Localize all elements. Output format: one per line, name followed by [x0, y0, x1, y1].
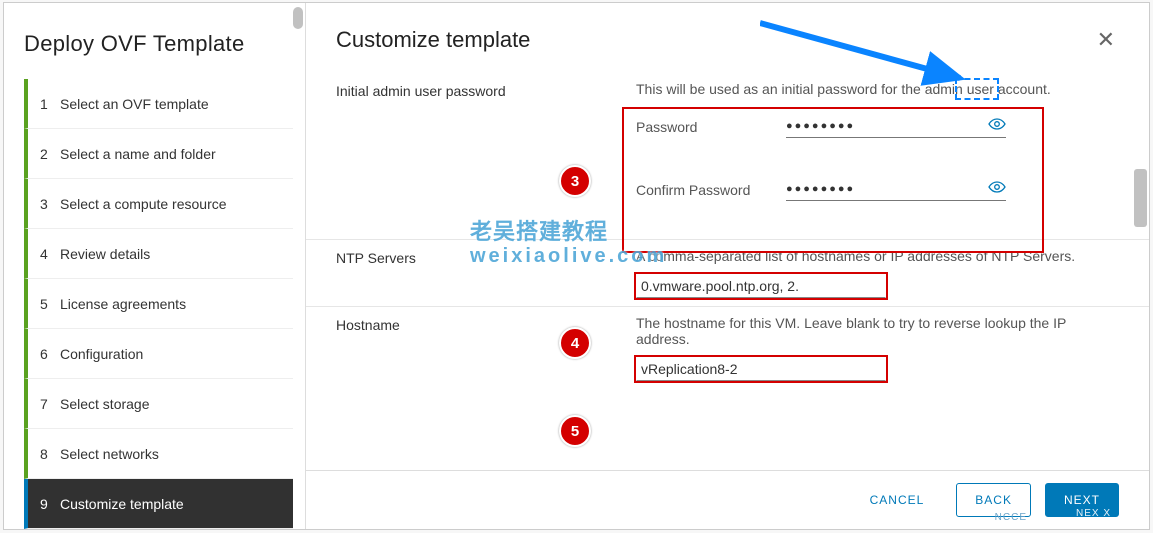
password-label: Password	[636, 119, 786, 135]
content-pane: Customize template ✕ Initial admin user …	[306, 3, 1149, 529]
content-title: Customize template	[336, 27, 530, 53]
password-value: ●●●●●●●●	[786, 120, 988, 132]
confirm-password-line: Confirm Password ●●●●●●●●	[636, 178, 1119, 201]
label-ntp: NTP Servers	[336, 248, 636, 266]
confirm-password-label: Confirm Password	[636, 182, 786, 198]
label-initial-password: Initial admin user password	[336, 81, 636, 99]
step-label: Select networks	[60, 446, 159, 462]
row-ntp: NTP Servers A comma-separated list of ho…	[306, 239, 1149, 306]
step-label: Select storage	[60, 396, 150, 412]
step-1[interactable]: 1 Select an OVF template	[24, 79, 293, 129]
step-label: Configuration	[60, 346, 143, 362]
back-button[interactable]: BACK	[956, 483, 1031, 517]
step-label: Select a compute resource	[60, 196, 227, 212]
ovf-dialog: Deploy OVF Template 1 Select an OVF temp…	[3, 2, 1150, 530]
content-ntp: A comma-separated list of hostnames or I…	[636, 248, 1119, 298]
cancel-button[interactable]: CANCEL	[852, 483, 943, 517]
step-4[interactable]: 4 Review details	[24, 229, 293, 279]
step-6[interactable]: 6 Configuration	[24, 329, 293, 379]
step-label: Customize template	[60, 496, 184, 512]
step-3[interactable]: 3 Select a compute resource	[24, 179, 293, 229]
step-2[interactable]: 2 Select a name and folder	[24, 129, 293, 179]
dialog-title: Deploy OVF Template	[24, 31, 293, 57]
content-initial-password: This will be used as an initial password…	[636, 81, 1119, 219]
close-icon[interactable]: ✕	[1093, 27, 1119, 53]
content-body: Initial admin user password This will be…	[306, 53, 1149, 470]
password-line: Password ●●●●●●●●	[636, 115, 1119, 138]
desc-initial-password: This will be used as an initial password…	[636, 81, 1119, 97]
step-label: Review details	[60, 246, 150, 262]
step-5[interactable]: 5 License agreements	[24, 279, 293, 329]
content-scrollbar-thumb[interactable]	[1134, 169, 1147, 227]
step-8[interactable]: 8 Select networks	[24, 429, 293, 479]
dialog-footer: CANCEL BACK NEXT NCCE NEX X vXT IEX	[306, 470, 1149, 529]
row-hostname: Hostname The hostname for this VM. Leave…	[306, 306, 1149, 389]
eye-icon[interactable]	[988, 117, 1006, 135]
wizard-sidebar: Deploy OVF Template 1 Select an OVF temp…	[4, 3, 306, 529]
wizard-steps: 1 Select an OVF template 2 Select a name…	[24, 79, 293, 529]
password-input-wrap[interactable]: ●●●●●●●●	[786, 115, 1006, 138]
callout-badge-4: 4	[559, 327, 591, 359]
content-header: Customize template ✕	[306, 3, 1149, 53]
next-button[interactable]: NEXT	[1045, 483, 1119, 517]
sidebar-scrollbar[interactable]	[293, 7, 303, 29]
content-hostname: The hostname for this VM. Leave blank to…	[636, 315, 1119, 381]
step-7[interactable]: 7 Select storage	[24, 379, 293, 429]
step-label: License agreements	[60, 296, 186, 312]
eye-icon[interactable]	[988, 180, 1006, 198]
step-9[interactable]: 9 Customize template	[24, 479, 293, 529]
ghost-text: vXT IEX	[1072, 520, 1116, 531]
label-hostname: Hostname	[336, 315, 636, 333]
callout-badge-3: 3	[559, 165, 591, 197]
desc-hostname: The hostname for this VM. Leave blank to…	[636, 315, 1119, 347]
row-initial-password: Initial admin user password This will be…	[306, 73, 1149, 239]
hostname-input[interactable]	[636, 357, 886, 381]
step-label: Select an OVF template	[60, 96, 209, 112]
content-scrollbar-track[interactable]	[1130, 69, 1149, 469]
confirm-password-value: ●●●●●●●●	[786, 183, 988, 195]
confirm-password-input-wrap[interactable]: ●●●●●●●●	[786, 178, 1006, 201]
ntp-input[interactable]	[636, 274, 886, 298]
callout-badge-5: 5	[559, 415, 591, 447]
desc-ntp: A comma-separated list of hostnames or I…	[636, 248, 1119, 264]
step-label: Select a name and folder	[60, 146, 216, 162]
